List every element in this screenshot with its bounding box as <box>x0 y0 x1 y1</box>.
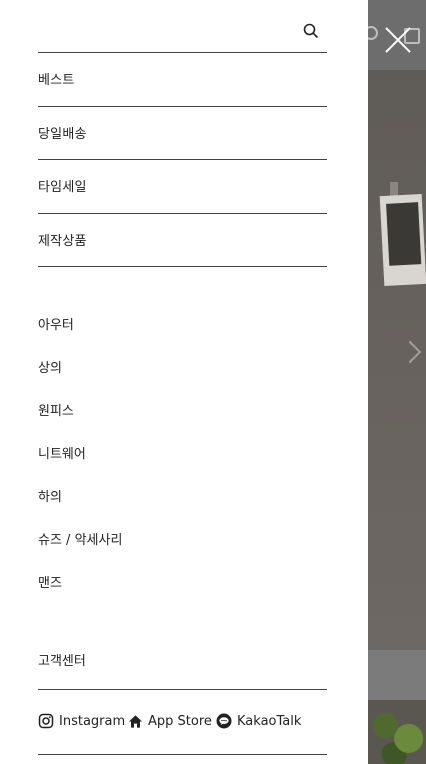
category-menu: 아우터 상의 원피스 니트웨어 하의 슈즈 / 악세사리 맨즈 <box>38 306 327 607</box>
background-band <box>368 650 426 700</box>
category-item-label: 슈즈 / 악세사리 <box>38 533 123 548</box>
search-icon[interactable] <box>303 23 319 39</box>
side-menu-drawer: 베스트 당일배송 타임세일 제작상품 아우터 상의 원피스 니트웨어 하의 슈즈… <box>0 0 368 764</box>
instagram-label: Instagram <box>59 713 126 729</box>
customer-center-label: 고객센터 <box>38 654 86 669</box>
instagram-icon <box>38 713 54 729</box>
category-item-label: 원피스 <box>38 404 74 419</box>
category-item-label: 아우터 <box>38 318 74 333</box>
category-item-outer[interactable]: 아우터 <box>38 306 327 349</box>
search-input[interactable] <box>38 20 288 46</box>
home-icon <box>128 714 143 728</box>
instagram-link[interactable]: Instagram <box>38 712 125 730</box>
menu-item-label: 제작상품 <box>38 233 87 249</box>
app-store-label: App Store <box>148 713 212 729</box>
close-menu-button[interactable] <box>380 22 416 58</box>
category-item-mens[interactable]: 맨즈 <box>38 564 327 607</box>
menu-item-label: 베스트 <box>38 73 75 88</box>
menu-item-label: 타임세일 <box>38 180 87 195</box>
background-photo <box>368 70 426 650</box>
kakaotalk-icon <box>216 713 232 729</box>
customer-center-link[interactable]: 고객센터 <box>38 640 327 690</box>
category-item-dress[interactable]: 원피스 <box>38 392 327 435</box>
kakaotalk-label: KakaoTalk <box>237 713 302 729</box>
search-bar <box>38 14 327 53</box>
background-plant-image <box>368 700 426 764</box>
menu-item-time-sale[interactable]: 타임세일 <box>38 160 327 214</box>
category-item-tops[interactable]: 상의 <box>38 349 327 392</box>
menu-item-same-day-delivery[interactable]: 당일배송 <box>38 107 327 160</box>
category-item-label: 니트웨어 <box>38 447 86 462</box>
category-item-shoes-accessories[interactable]: 슈즈 / 악세사리 <box>38 521 327 564</box>
background-photo-card <box>379 193 426 287</box>
kakaotalk-link[interactable]: KakaoTalk <box>216 712 301 730</box>
menu-item-label: 당일배송 <box>38 126 87 142</box>
menu-item-custom-products[interactable]: 제작상품 <box>38 214 327 267</box>
app-store-link[interactable]: App Store <box>128 712 212 730</box>
social-links: Instagram App Store KakaoTalk <box>38 690 327 755</box>
main-menu: 베스트 당일배송 타임세일 제작상품 <box>38 53 327 267</box>
category-item-label: 맨즈 <box>38 576 62 591</box>
background-page <box>368 0 426 764</box>
category-item-bottoms[interactable]: 하의 <box>38 478 327 521</box>
category-item-label: 하의 <box>38 490 62 505</box>
menu-item-best[interactable]: 베스트 <box>38 53 327 107</box>
category-item-label: 상의 <box>38 361 62 376</box>
category-item-knitwear[interactable]: 니트웨어 <box>38 435 327 478</box>
